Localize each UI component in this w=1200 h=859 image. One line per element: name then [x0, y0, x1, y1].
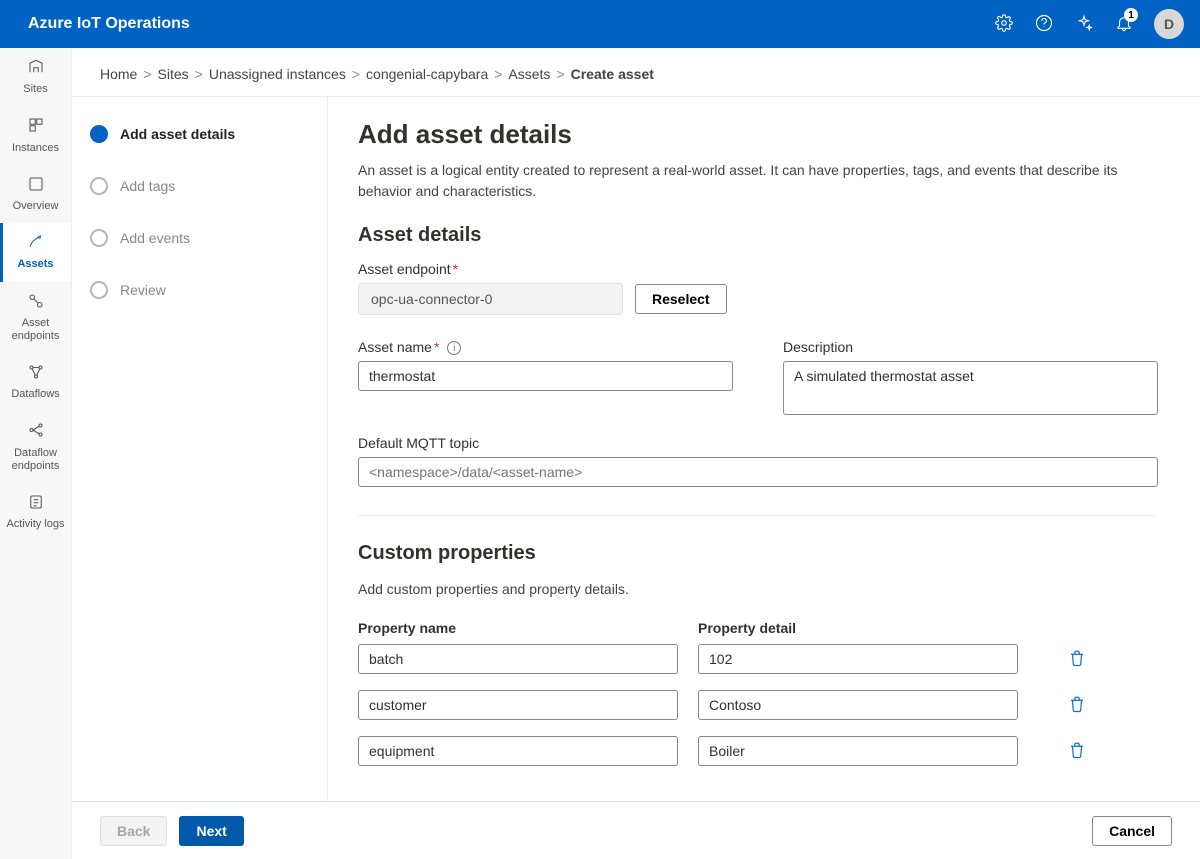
sidenav-item-label: Asset endpoints: [2, 317, 69, 343]
sidenav-item-asset-endpoints[interactable]: Asset endpoints: [0, 282, 71, 354]
help-icon: [1035, 14, 1053, 35]
trash-icon: [1068, 654, 1086, 670]
sidenav-item-label: Overview: [13, 200, 59, 213]
info-icon[interactable]: i: [447, 341, 461, 355]
property-detail-input[interactable]: [698, 690, 1018, 720]
property-detail-input[interactable]: [698, 644, 1018, 674]
sidenav-item-activity-logs[interactable]: Activity logs: [0, 483, 71, 541]
sidenav-item-assets[interactable]: Assets: [0, 223, 71, 281]
trash-icon: [1068, 700, 1086, 716]
step-dot-icon: [90, 281, 108, 299]
breadcrumb-link[interactable]: Unassigned instances: [209, 66, 346, 82]
asset-endpoint-value: opc-ua-connector-0: [358, 283, 623, 315]
mqtt-label: Default MQTT topic: [358, 435, 1155, 451]
asset-details-heading: Asset details: [358, 224, 1155, 247]
dataflow-endpoints-icon: [27, 421, 45, 443]
user-avatar[interactable]: D: [1154, 9, 1184, 39]
wizard-steps: Add asset details Add tags Add events Revie…: [72, 97, 328, 801]
property-name-input[interactable]: [358, 690, 678, 720]
product-title: Azure IoT Operations: [28, 15, 190, 33]
wizard-step-details[interactable]: Add asset details: [90, 125, 309, 143]
delete-property-button[interactable]: [1068, 695, 1086, 716]
wizard-step-events[interactable]: Add events: [90, 229, 309, 247]
top-bar: Azure IoT Operations 1 D: [0, 0, 1200, 48]
step-dot-icon: [90, 229, 108, 247]
cancel-button[interactable]: Cancel: [1092, 816, 1172, 846]
reselect-button[interactable]: Reselect: [635, 284, 727, 314]
breadcrumb-link[interactable]: Sites: [158, 66, 189, 82]
page-title: Add asset details: [358, 119, 1155, 150]
wizard-step-label: Review: [120, 282, 166, 298]
sidenav-item-label: Instances: [12, 142, 59, 155]
back-button[interactable]: Back: [100, 816, 167, 846]
sites-icon: [27, 58, 45, 80]
description-input[interactable]: [783, 361, 1158, 415]
wizard-footer: Back Next Cancel: [72, 801, 1200, 859]
property-name-header: Property name: [358, 620, 678, 636]
page-intro: An asset is a logical entity created to …: [358, 160, 1155, 202]
breadcrumb-separator: >: [494, 66, 502, 82]
assets-icon: [27, 233, 45, 255]
asset-name-label: Asset name* i: [358, 339, 733, 355]
custom-properties-heading: Custom properties: [358, 542, 1155, 565]
settings-button[interactable]: [984, 0, 1024, 48]
wizard-step-tags[interactable]: Add tags: [90, 177, 309, 195]
step-dot-icon: [90, 125, 108, 143]
property-name-input[interactable]: [358, 644, 678, 674]
breadcrumb-separator: >: [556, 66, 564, 82]
breadcrumb-link[interactable]: Assets: [508, 66, 550, 82]
sidenav-item-overview[interactable]: Overview: [0, 165, 71, 223]
delete-property-button[interactable]: [1068, 649, 1086, 670]
breadcrumb-link[interactable]: congenial-capybara: [366, 66, 488, 82]
mqtt-topic-input[interactable]: [358, 457, 1158, 487]
wizard-step-label: Add tags: [120, 178, 175, 194]
trash-icon: [1068, 746, 1086, 762]
feedback-button[interactable]: [1064, 0, 1104, 48]
activity-logs-icon: [27, 493, 45, 515]
asset-endpoints-icon: [27, 292, 45, 314]
sidenav-item-dataflow-endpoints[interactable]: Dataflow endpoints: [0, 411, 71, 483]
custom-properties-sub: Add custom properties and property detai…: [358, 579, 1155, 600]
sidenav-item-dataflows[interactable]: Dataflows: [0, 353, 71, 411]
breadcrumb-current: Create asset: [571, 66, 654, 82]
notifications-button[interactable]: 1: [1104, 0, 1144, 48]
sidenav-item-label: Sites: [23, 83, 47, 96]
breadcrumb-separator: >: [195, 66, 203, 82]
form-area: Add asset details An asset is a logical …: [328, 97, 1200, 801]
sidenav-item-sites[interactable]: Sites: [0, 48, 71, 106]
sparkle-icon: [1075, 14, 1093, 35]
overview-icon: [27, 175, 45, 197]
asset-endpoint-label: Asset endpoint*: [358, 261, 1155, 277]
breadcrumb-separator: >: [352, 66, 360, 82]
sidenav-item-label: Activity logs: [6, 518, 64, 531]
sidenav-item-instances[interactable]: Instances: [0, 106, 71, 164]
gear-icon: [995, 14, 1013, 35]
notification-badge: 1: [1124, 8, 1138, 22]
next-button[interactable]: Next: [179, 816, 243, 846]
step-dot-icon: [90, 177, 108, 195]
sidenav-item-label: Dataflow endpoints: [2, 447, 69, 473]
property-detail-input[interactable]: [698, 736, 1018, 766]
sidenav-item-label: Dataflows: [11, 388, 59, 401]
wizard-step-review[interactable]: Review: [90, 281, 309, 299]
property-row: [358, 690, 1155, 720]
description-label: Description: [783, 339, 1158, 355]
asset-name-input[interactable]: [358, 361, 733, 391]
side-nav: Sites Instances Overview Assets Asset endpoi…: [0, 48, 72, 859]
property-row: [358, 644, 1155, 674]
sidenav-item-label: Assets: [17, 258, 53, 271]
wizard-step-label: Add asset details: [120, 126, 235, 142]
help-button[interactable]: [1024, 0, 1064, 48]
property-name-input[interactable]: [358, 736, 678, 766]
delete-property-button[interactable]: [1068, 741, 1086, 762]
wizard-step-label: Add events: [120, 230, 190, 246]
property-row: [358, 736, 1155, 766]
breadcrumb-link[interactable]: Home: [100, 66, 137, 82]
property-detail-header: Property detail: [698, 620, 1018, 636]
instances-icon: [27, 116, 45, 138]
breadcrumb: Home > Sites > Unassigned instances > congenia…: [72, 48, 1200, 97]
breadcrumb-separator: >: [143, 66, 151, 82]
dataflows-icon: [27, 363, 45, 385]
